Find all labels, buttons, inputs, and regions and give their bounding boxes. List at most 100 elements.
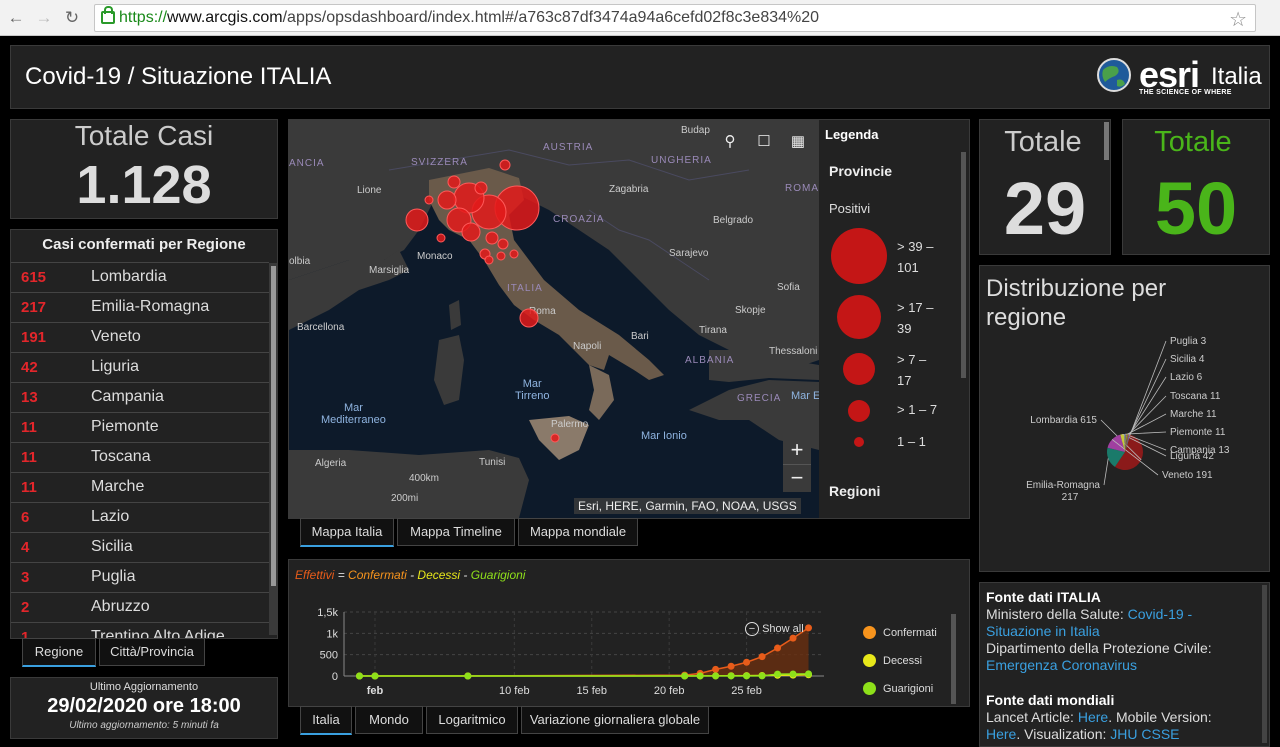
legend-label-confermati: Confermati	[883, 627, 937, 639]
region-name: Lazio	[91, 508, 130, 525]
legend-layer-provincie: Provincie	[829, 163, 893, 179]
list-item[interactable]: 42 Liguria	[11, 352, 269, 382]
x-tick-label: 25 feb	[731, 685, 762, 697]
last-update-card: Ultimo Aggiornamento 29/02/2020 ore 18:0…	[10, 677, 278, 739]
distribution-panel: Distribuzione per regione Lombardia 615 E…	[979, 265, 1270, 572]
legend-class-5: 1 – 1	[897, 434, 926, 449]
tab-italia[interactable]: Italia	[300, 706, 352, 735]
region-cases-list: Casi confermati per Regione 615 Lombardia…	[10, 229, 278, 639]
bubble-novara	[424, 195, 434, 205]
link-lancet[interactable]: Here	[1078, 709, 1108, 725]
zoom-out-button[interactable]: −	[783, 464, 811, 492]
link-situazione-italia[interactable]: Situazione in Italia	[986, 623, 1100, 639]
tab-mappa-timeline[interactable]: Mappa Timeline	[397, 518, 515, 546]
source-world-line2: Here. Visualization: JHU CSSE	[986, 726, 1180, 742]
list-item[interactable]: 11 Piemonte	[11, 412, 269, 442]
pie-slice-label: Veneto 191	[1162, 470, 1213, 481]
list-item[interactable]: 191 Veneto	[11, 322, 269, 352]
distribution-title: Distribuzione per regione	[986, 275, 1167, 331]
pie-slice-label: 217	[1062, 492, 1079, 503]
case-bubbles	[405, 159, 560, 443]
total-cases-value: 1.128	[76, 155, 212, 215]
tab-citta-provincia[interactable]: Città/Provincia	[99, 638, 205, 666]
source-italy-title: Fonte dati ITALIA	[986, 589, 1101, 605]
bubble-brescia	[474, 181, 488, 195]
back-icon[interactable]: ←	[6, 8, 26, 28]
pie-slice-label: Lombardia 615	[1030, 415, 1097, 426]
region-list-title: Casi confermati per Regione	[42, 236, 246, 253]
globe-icon	[1097, 58, 1131, 92]
region-count: 4	[21, 539, 30, 556]
legend-symbol-class-4	[848, 400, 870, 422]
forward-icon[interactable]: →	[34, 8, 54, 28]
sources-panel: Fonte dati ITALIA Ministero della Salute…	[979, 582, 1270, 747]
link-covid19[interactable]: Covid-19 -	[1128, 606, 1193, 622]
italy-map[interactable]: ANCIA AUSTRIA SVIZZERA UNGHERIA CROAZIA …	[289, 120, 819, 518]
scrollbar-thumb[interactable]	[271, 266, 276, 586]
data-point-confermati	[743, 658, 751, 666]
list-item[interactable]: 217 Emilia-Romagna	[11, 292, 269, 322]
tab-regione[interactable]: Regione	[22, 638, 96, 667]
link-emergenza-coronavirus[interactable]: Emergenza Coronavirus	[986, 657, 1137, 673]
list-item[interactable]: 13 Campania	[11, 382, 269, 412]
sources-scrollbar[interactable]	[1262, 585, 1267, 743]
search-icon[interactable]: ⚲	[718, 132, 742, 152]
source-world-line1: Lancet Article: Here. Mobile Version:	[986, 709, 1212, 725]
x-tick-label: 15 feb	[576, 685, 607, 697]
source-italy-line1: Ministero della Salute: Covid-19 -	[986, 606, 1193, 622]
timeline-chart-panel: Effettivi = Confermati - Decessi - Guari…	[288, 559, 970, 707]
tab-logaritmico[interactable]: Logaritmico	[426, 706, 518, 734]
reload-icon[interactable]: ↻	[62, 8, 82, 28]
url-text: https://www.arcgis.com/apps/opsdashboard…	[119, 9, 820, 26]
legend-class-1: > 39 – 101	[897, 239, 934, 275]
total-recovered-card: Totale 50	[1122, 119, 1270, 255]
data-point-guarigioni	[464, 672, 472, 680]
source-italy-line3: Dipartimento della Protezione Civile:	[986, 640, 1212, 656]
legend-dot-confermati	[863, 626, 876, 639]
link-mobile-version[interactable]: Here	[986, 726, 1016, 742]
data-point-confermati	[774, 644, 782, 652]
link-jhu-csse[interactable]: JHU CSSE	[1110, 726, 1179, 742]
zoom-in-button[interactable]: +	[783, 436, 811, 465]
data-point-guarigioni	[743, 672, 751, 680]
tab-variazione-giornaliera[interactable]: Variazione giornaliera globale	[521, 706, 709, 734]
tab-mappa-italia[interactable]: Mappa Italia	[300, 518, 394, 547]
legend-symbol-class-3	[843, 353, 875, 385]
legend-scrollbar[interactable]	[961, 152, 966, 378]
list-item[interactable]: 615 Lombardia	[11, 262, 269, 292]
zoom-controls: + −	[783, 436, 811, 492]
region-name: Sicilia	[91, 538, 133, 555]
bookmark-star-icon[interactable]: ☆	[1229, 7, 1247, 32]
tab-mondo[interactable]: Mondo	[355, 706, 423, 734]
list-item[interactable]: 11 Marche	[11, 472, 269, 502]
y-tick-label: 1,5k	[317, 607, 338, 619]
list-item[interactable]: 2 Abruzzo	[11, 592, 269, 622]
list-item[interactable]: 3 Puglia	[11, 562, 269, 592]
pie-slice-label: Sicilia 4	[1170, 354, 1205, 365]
data-point-guarigioni	[758, 672, 766, 680]
data-point-guarigioni	[805, 670, 813, 678]
basemap-gallery-icon[interactable]: ▦	[786, 132, 810, 152]
list-item[interactable]: 4 Sicilia	[11, 532, 269, 562]
legend-dot-guarigioni	[863, 682, 876, 695]
list-item[interactable]: 11 Toscana	[11, 442, 269, 472]
region-count: 615	[21, 269, 47, 286]
show-all-button[interactable]: − Show all	[745, 622, 804, 636]
region-name: Puglia	[91, 568, 136, 585]
address-bar[interactable]: https://www.arcgis.com/apps/opsdashboard…	[94, 4, 1256, 32]
area-confermati	[359, 627, 809, 676]
list-item[interactable]: 6 Lazio	[11, 502, 269, 532]
lock-icon	[101, 6, 115, 24]
data-point-guarigioni	[696, 672, 704, 680]
bubble-parma	[497, 238, 509, 250]
pie-slice-label: Campania 13	[1170, 445, 1230, 456]
pie-leader-line	[1129, 340, 1167, 435]
region-name: Emilia-Romagna	[91, 298, 210, 315]
chart-legend-scrollbar[interactable]	[951, 614, 956, 704]
tab-mappa-mondiale[interactable]: Mappa mondiale	[518, 518, 638, 546]
data-point-confermati	[758, 653, 766, 661]
deaths-card-scrollbar[interactable]	[1104, 122, 1109, 160]
list-item[interactable]: 1 Trentino Alto Adige	[11, 622, 269, 638]
bookmark-icon[interactable]: ☐	[752, 132, 776, 152]
legend-class-2: > 17 – 39	[897, 300, 934, 336]
